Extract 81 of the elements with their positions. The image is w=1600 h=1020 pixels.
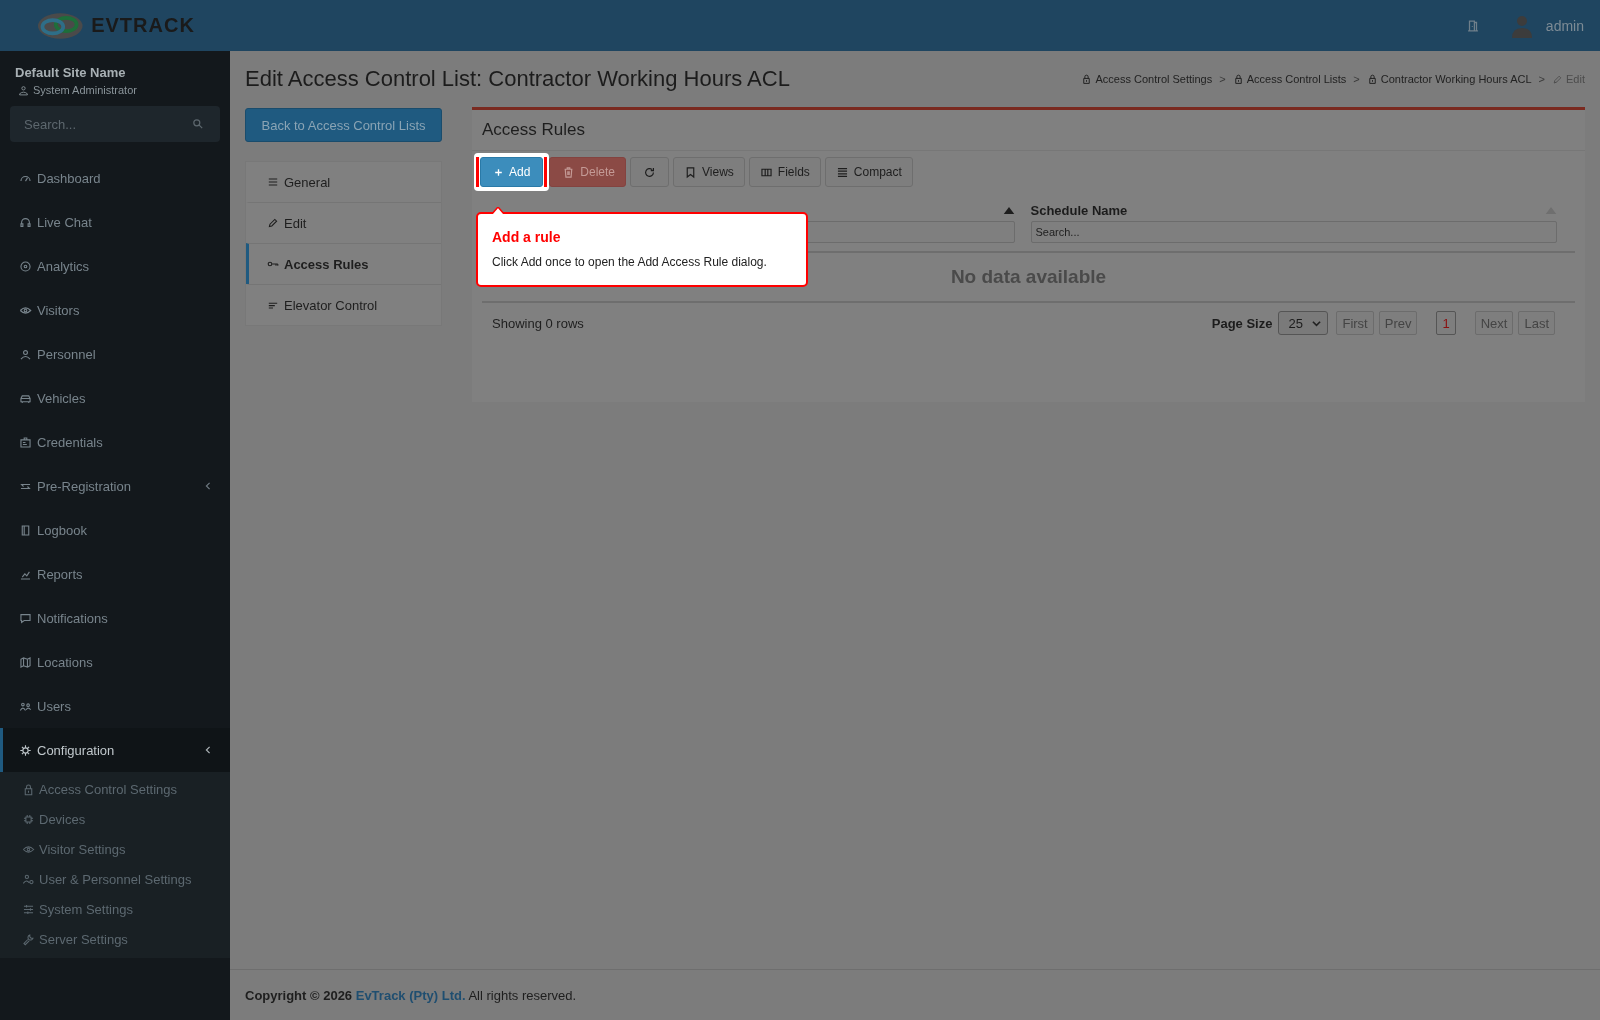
logo-text: EVTRACK — [91, 14, 195, 37]
submenu-item[interactable]: Server Settings — [0, 924, 230, 954]
gear-icon — [19, 743, 32, 757]
nav-item[interactable]: Users — [0, 684, 230, 728]
page-button[interactable]: 1 — [1436, 311, 1456, 335]
submenu-item[interactable]: User & Personnel Settings — [0, 864, 230, 894]
door-icon[interactable] — [1465, 18, 1480, 33]
book-icon — [19, 523, 32, 537]
user-icon — [19, 347, 32, 361]
id-badge-icon — [19, 435, 32, 449]
popover-title: Add a rule — [492, 229, 562, 245]
nav-item[interactable]: Live Chat — [0, 200, 230, 244]
add-button[interactable]: Add — [480, 157, 544, 187]
nav-item[interactable]: Personnel — [0, 332, 230, 376]
target-icon — [19, 259, 32, 273]
column-search-field[interactable]: Search... — [1030, 221, 1557, 243]
refresh-button[interactable] — [630, 157, 670, 187]
search-field[interactable]: Search... — [10, 106, 220, 142]
lock-icon — [1081, 73, 1093, 85]
submenu-item[interactable]: Access Control Settings — [0, 774, 230, 804]
breadcrumb-link[interactable]: Contractor Working Hours ACL — [1366, 73, 1532, 85]
lock-icon — [22, 782, 35, 796]
map-icon — [19, 655, 32, 669]
user-icon — [18, 84, 29, 96]
tab[interactable]: General — [246, 162, 441, 202]
breadcrumb-separator: > — [1538, 73, 1546, 85]
panel-title: Access Rules — [482, 120, 585, 140]
chip-icon — [22, 812, 35, 826]
sort-icon[interactable] — [1002, 206, 1015, 214]
user-role: System Administrator — [33, 84, 137, 96]
sliders-icon — [22, 902, 35, 916]
submenu-item[interactable]: System Settings — [0, 894, 230, 924]
nav-item[interactable]: Analytics — [0, 244, 230, 288]
pencil-icon — [267, 217, 279, 229]
chat-icon — [19, 611, 32, 625]
column-header[interactable]: Schedule Name — [1030, 202, 1128, 218]
nav-item[interactable]: Dashboard — [0, 156, 230, 200]
nav-item[interactable]: Vehicles — [0, 376, 230, 420]
tab[interactable]: Edit — [246, 202, 441, 243]
fields-button[interactable]: Fields — [748, 157, 821, 187]
headset-icon — [19, 215, 32, 229]
wrench-icon — [22, 932, 35, 946]
compact-button[interactable]: Compact — [824, 157, 913, 187]
chevron-down-icon — [1312, 318, 1322, 328]
site-name: Default Site Name — [14, 64, 127, 82]
nav-item[interactable]: Logbook — [0, 508, 230, 552]
nav-item[interactable]: Visitors — [0, 288, 230, 332]
user-name[interactable]: admin — [1545, 17, 1584, 34]
page-size-select[interactable]: 25 — [1278, 311, 1329, 335]
plus-icon — [493, 166, 504, 178]
list-icon — [267, 176, 279, 188]
chevron-icon[interactable] — [204, 482, 212, 490]
breadcrumb-link[interactable]: Access Control Settings — [1081, 73, 1213, 85]
page-size-label: Page Size — [1211, 315, 1273, 331]
back-button[interactable]: Back to Access Control Lists — [245, 108, 442, 142]
search-icon[interactable] — [192, 118, 204, 130]
nav-item[interactable]: Credentials — [0, 420, 230, 464]
tab[interactable]: Elevator Control — [246, 284, 441, 325]
copyright-text: Copyright © 2026 EvTrack (Pty) Ltd. All rights reserved. — [245, 987, 577, 1003]
pencil-icon — [1552, 73, 1564, 85]
row-count: Showing 0 rows — [492, 315, 584, 331]
company-link[interactable]: EvTrack (Pty) Ltd. — [355, 987, 466, 1003]
nav-item[interactable]: Configuration — [0, 728, 230, 772]
nav-item[interactable]: Notifications — [0, 596, 230, 640]
submenu-item[interactable]: Devices — [0, 804, 230, 834]
nav-item[interactable]: Locations — [0, 640, 230, 684]
breadcrumb-separator: > — [1219, 73, 1226, 85]
lock-icon — [1232, 73, 1244, 85]
nav-item[interactable]: Reports — [0, 552, 230, 596]
lock-icon — [1366, 73, 1378, 85]
views-button[interactable]: Views — [673, 157, 745, 187]
chevron-icon[interactable] — [204, 746, 212, 754]
nav-item[interactable]: Pre-Registration — [0, 464, 230, 508]
submenu-item[interactable]: Visitor Settings — [0, 834, 230, 864]
popover-text: Click Add once to open the Add Access Rule dialog. — [492, 255, 768, 269]
breadcrumb-separator: > — [1353, 73, 1360, 85]
breadcrumb-link[interactable]: Access Control Lists — [1232, 73, 1347, 85]
tab[interactable]: Access Rules — [246, 243, 441, 284]
page-title: Edit Access Control List: Contractor Working Hours ACL — [245, 66, 790, 92]
lines-icon — [835, 165, 849, 179]
refresh-icon — [643, 165, 657, 179]
